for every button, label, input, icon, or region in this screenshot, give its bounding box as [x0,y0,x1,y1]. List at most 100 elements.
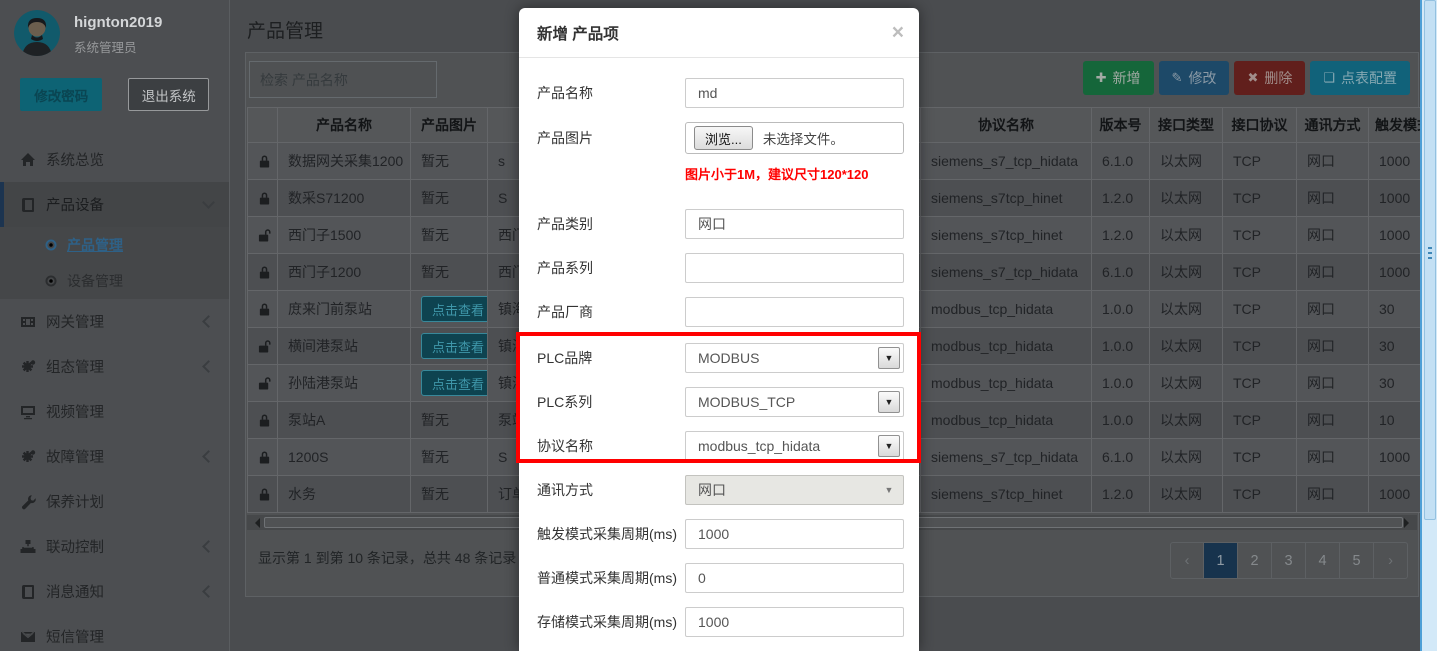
product-category-input[interactable] [685,209,904,239]
cell-version: 6.1.0 [1092,439,1150,476]
normal-period-input[interactable] [685,563,904,593]
pagination-next[interactable]: › [1374,542,1408,579]
sitemap-icon [20,539,36,555]
cell-comm: 网口 [1297,291,1369,328]
chevron-down-icon[interactable]: ▼ [878,435,900,457]
cell-version: 1.0.0 [1092,291,1150,328]
edit-button[interactable]: ✎ 修改 [1159,61,1230,95]
close-icon[interactable]: × [892,22,904,43]
film-icon [20,314,36,330]
cell-image: 暂无 [411,254,488,291]
cell-comm: 网口 [1297,143,1369,180]
cell-iface_type: 以太网 [1150,217,1223,254]
cell-protocol: modbus_tcp_hidata [921,402,1092,439]
lock-closed-icon [248,254,278,291]
pagination-page-3[interactable]: 3 [1272,542,1306,579]
product-vendor-input[interactable] [685,297,904,327]
cell-iface_protocol: TCP [1223,439,1297,476]
trigger-period-input[interactable] [685,519,904,549]
pagination-page-4[interactable]: 4 [1306,542,1340,579]
vertical-scroll-thumb[interactable] [1424,0,1436,520]
cell-image: 暂无 [411,402,488,439]
sidebar-menu: 系统总览产品设备产品管理设备管理网关管理组态管理视频管理故障管理保养计划联动控制… [0,137,229,651]
pagination-page-2[interactable]: 2 [1238,542,1272,579]
cell-name: 孙陆港泵站 [278,365,411,402]
sidebar-item-0[interactable]: 系统总览 [0,137,229,182]
plc-brand-select[interactable]: MODBUS ▼ [685,343,904,373]
protocol-name-select[interactable]: modbus_tcp_hidata ▼ [685,431,904,461]
lock-closed-icon [248,180,278,217]
sidebar-item-9[interactable]: 短信管理 [0,614,229,651]
circle-dot-icon [44,274,58,288]
envelope-icon [20,629,36,645]
sidebar-item-label: 消息通知 [46,581,104,602]
column-header: 接口协议 [1223,108,1297,143]
view-image-button[interactable]: 点击查看 [421,370,488,396]
scroll-left-icon[interactable] [250,518,260,528]
cell-iface_type: 以太网 [1150,402,1223,439]
sidebar-item-label: 保养计划 [46,491,104,512]
logout-button[interactable]: 退出系统 [128,78,209,111]
change-password-button[interactable]: 修改密码 [20,78,102,111]
sidebar-item-label: 产品设备 [46,194,104,215]
pagination-prev[interactable]: ‹ [1170,542,1204,579]
column-header: 通讯方式 [1297,108,1369,143]
cell-protocol: siemens_s7_tcp_hidata [921,439,1092,476]
cell-iface_type: 以太网 [1150,476,1223,513]
sidebar-item-7[interactable]: 联动控制 [0,524,229,569]
storage-period-input[interactable] [685,607,904,637]
cell-protocol: siemens_s7_tcp_hidata [921,254,1092,291]
product-series-input[interactable] [685,253,904,283]
cell-image: 点击查看 [411,365,488,402]
normal-period-label: 普通模式采集周期(ms) [537,568,685,588]
view-image-button[interactable]: 点击查看 [421,333,488,359]
sidebar-item-label: 短信管理 [46,626,104,647]
wrench-icon [20,494,36,510]
browse-button[interactable]: 浏览... [694,126,753,150]
delete-button[interactable]: ✖ 删除 [1234,61,1305,95]
lock-closed-icon [248,143,278,180]
submenu-item[interactable]: 产品管理 [0,227,229,263]
cell-version: 1.0.0 [1092,402,1150,439]
search-input[interactable] [249,61,437,98]
product-name-label: 产品名称 [537,83,685,103]
sidebar-item-6[interactable]: 保养计划 [0,479,229,524]
chevron-down-icon[interactable]: ▼ [878,391,900,413]
cell-version: 1.2.0 [1092,180,1150,217]
product-name-input[interactable] [685,78,904,108]
cell-name: 水务 [278,476,411,513]
pagination-page-5[interactable]: 5 [1340,542,1374,579]
cell-name: 数采S71200 [278,180,411,217]
sidebar-item-8[interactable]: 消息通知 [0,569,229,614]
product-image-file-input[interactable]: 浏览... 未选择文件。 [685,122,904,154]
chevron-down-icon[interactable]: ▼ [878,347,900,369]
cell-version: 1.2.0 [1092,476,1150,513]
column-header: 版本号 [1092,108,1150,143]
pagination-page-1[interactable]: 1 [1204,542,1238,579]
plc-series-label: PLC系列 [537,392,685,412]
scroll-right-icon[interactable] [1404,518,1414,528]
point-table-config-button[interactable]: ❏ 点表配置 [1310,61,1410,95]
cell-comm: 网口 [1297,365,1369,402]
add-button[interactable]: ✚ 新增 [1083,61,1154,95]
sidebar-item-label: 系统总览 [46,149,104,170]
vertical-scrollbar[interactable] [1420,0,1437,651]
cell-iface_protocol: TCP [1223,476,1297,513]
cell-iface_type: 以太网 [1150,143,1223,180]
scroll-grip-icon [1428,247,1432,262]
sidebar-item-1[interactable]: 产品设备 [0,182,229,227]
cell-iface_protocol: TCP [1223,143,1297,180]
column-header: 协议名称 [921,108,1092,143]
sidebar-item-4[interactable]: 视频管理 [0,389,229,434]
lock-closed-icon [248,402,278,439]
sidebar-item-3[interactable]: 组态管理 [0,344,229,389]
sidebar-item-label: 联动控制 [46,536,104,557]
lock-closed-icon [248,439,278,476]
submenu: 产品管理设备管理 [0,227,229,299]
submenu-item[interactable]: 设备管理 [0,263,229,299]
sidebar-item-5[interactable]: 故障管理 [0,434,229,479]
sidebar-item-2[interactable]: 网关管理 [0,299,229,344]
plc-series-select[interactable]: MODBUS_TCP ▼ [685,387,904,417]
column-header [248,108,278,143]
view-image-button[interactable]: 点击查看 [421,296,488,322]
